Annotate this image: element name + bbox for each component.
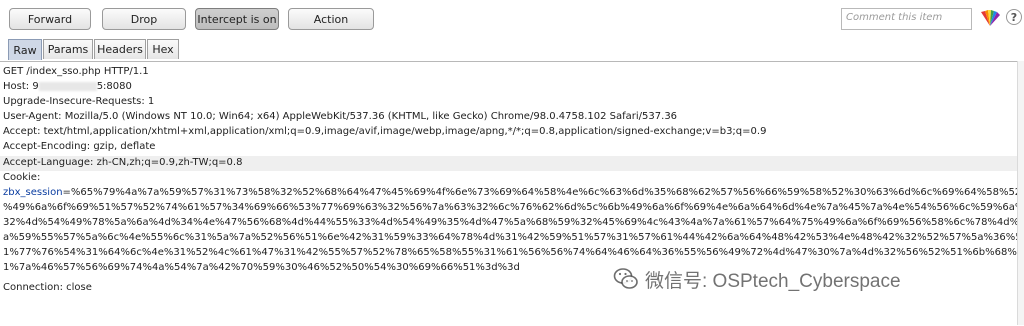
host-header: Host: 9 5:8080 (3, 81, 132, 92)
tab-headers[interactable]: Headers (94, 39, 146, 59)
connection-header: Connection: close (3, 282, 92, 293)
tab-params[interactable]: Params (43, 39, 93, 59)
action-button[interactable]: Action (288, 8, 374, 30)
cookie-line-1: zbx_session=%65%79%4a%7a%59%57%31%73%58%… (3, 187, 1024, 198)
cookie-header: Cookie: (3, 172, 41, 183)
cookie-line-4: a%59%55%57%5a%6c%4e%55%6c%31%5a%7a%52%56… (3, 232, 1024, 243)
cookie-line-5: 1%77%76%54%31%64%6c%4e%31%52%4c%61%47%31… (3, 247, 1024, 258)
tab-raw[interactable]: Raw (8, 39, 42, 60)
drop-button[interactable]: Drop (102, 8, 186, 30)
cookie-line-6: 1%7a%46%57%56%69%74%4a%54%7a%42%70%59%30… (3, 262, 520, 273)
redacted-host (38, 81, 97, 91)
cookie-name: zbx_session (3, 187, 63, 198)
help-icon[interactable]: ? (1006, 9, 1022, 25)
wechat-logo-icon (613, 268, 638, 289)
upgrade-header: Upgrade-Insecure-Requests: 1 (3, 96, 155, 107)
comment-input[interactable]: Comment this item (841, 8, 972, 30)
user-agent-header: User-Agent: Mozilla/5.0 (Windows NT 10.0… (3, 111, 678, 122)
accept-header: Accept: text/html,application/xhtml+xml,… (3, 126, 767, 137)
accept-language-header: Accept-Language: zh-CN,zh;q=0.9,zh-TW;q=… (3, 157, 243, 168)
intercept-toggle-button[interactable]: Intercept is on (195, 8, 279, 30)
watermark: 微信号: OSPtech_Cyberspace (613, 266, 1013, 292)
watermark-text: 微信号: OSPtech_Cyberspace (645, 270, 901, 292)
request-line: GET /index_sso.php HTTP/1.1 (3, 66, 149, 77)
cookie-line-3: 32%4d%54%49%78%5a%6a%4d%34%4e%47%56%68%4… (3, 217, 1024, 228)
accept-encoding-header: Accept-Encoding: gzip, deflate (3, 141, 156, 152)
vertical-scrollbar[interactable] (1017, 61, 1024, 325)
tab-hex[interactable]: Hex (147, 39, 179, 59)
forward-button[interactable]: Forward (9, 8, 91, 30)
highlight-color-icon[interactable] (979, 8, 1001, 28)
cookie-line-2: %49%6a%6f%69%51%57%52%74%61%57%34%69%66%… (3, 202, 1024, 213)
intercept-toolbar: Forward Drop Intercept is on Action Comm… (0, 0, 1024, 38)
